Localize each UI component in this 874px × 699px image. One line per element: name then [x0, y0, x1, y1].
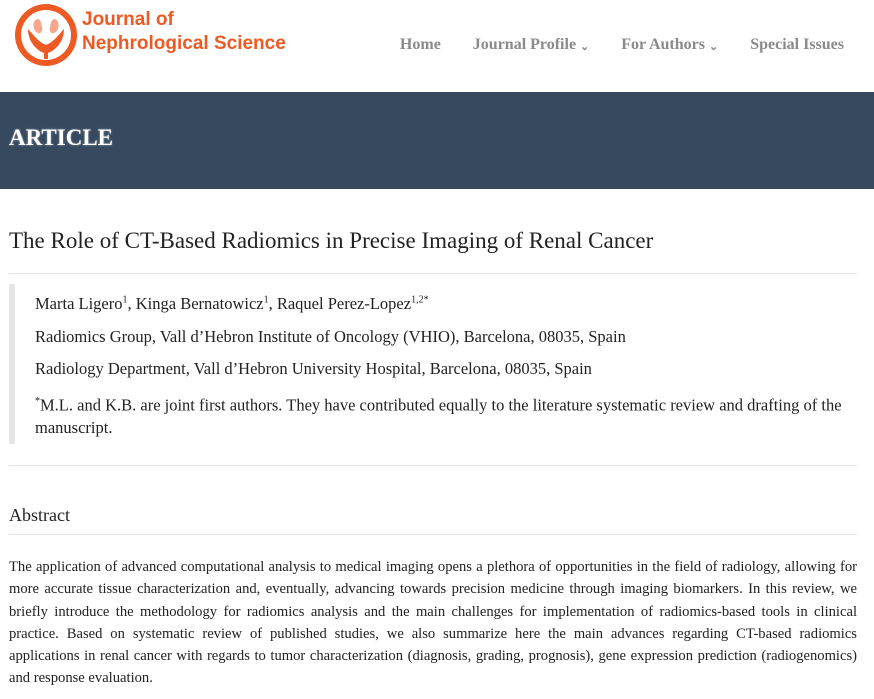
nav-special-issues[interactable]: Special Issues — [750, 36, 844, 54]
banner-title: ARTICLE — [9, 125, 113, 150]
nav-home-label: Home — [399, 36, 441, 53]
chevron-down-icon: ⌄ — [708, 40, 719, 53]
author-sep: , — [127, 294, 136, 313]
journal-name-line1: Journal of — [82, 9, 174, 30]
nav-home[interactable]: Home — [400, 36, 441, 54]
journal-logo[interactable] — [14, 3, 78, 67]
author-sep: , — [268, 294, 277, 313]
abstract-heading: Abstract — [9, 505, 70, 525]
journal-name-line2: Nephrological Science — [82, 33, 286, 54]
author-list: Marta Ligero1, Kinga Bernatowicz1, Raque… — [35, 294, 429, 314]
author-name: Kinga Bernatowicz — [135, 294, 264, 313]
main-nav: Home Journal Profile ⌄ For Authors ⌄ Speci… — [368, 36, 844, 54]
author-affil: 1,2* — [411, 294, 429, 306]
nav-special-issues-label: Special Issues — [750, 36, 844, 53]
authors-block: Marta Ligero1, Kinga Bernatowicz1, Raque… — [9, 284, 863, 444]
nav-for-authors-label: For Authors — [621, 36, 705, 53]
nav-for-authors[interactable]: For Authors ⌄ — [621, 36, 718, 54]
site-header: Journal of Nephrological Science Home Jo… — [0, 0, 874, 92]
nav-journal-profile-label: Journal Profile — [472, 36, 577, 53]
nav-journal-profile[interactable]: Journal Profile ⌄ — [473, 36, 589, 54]
divider — [9, 534, 857, 535]
journal-name[interactable]: Journal of Nephrological Science — [82, 8, 286, 56]
note-text: M.L. and K.B. are joint first authors. T… — [35, 395, 842, 437]
author-name: Raquel Perez-Lopez — [276, 294, 412, 313]
chevron-down-icon: ⌄ — [580, 40, 590, 53]
page-banner: ARTICLE — [0, 92, 874, 189]
affiliation-2: Radiology Department, Vall d’Hebron Univ… — [35, 359, 592, 378]
divider — [9, 465, 857, 466]
abstract-text: The application of advanced computationa… — [9, 559, 857, 687]
author-note: *M.L. and K.B. are joint first authors. … — [35, 391, 855, 439]
affiliation-1: Radiomics Group, Vall d’Hebron Institute… — [35, 327, 626, 346]
divider — [9, 273, 857, 274]
article-title: The Role of CT-Based Radiomics in Precis… — [9, 228, 654, 253]
author-name: Marta Ligero — [35, 294, 123, 313]
